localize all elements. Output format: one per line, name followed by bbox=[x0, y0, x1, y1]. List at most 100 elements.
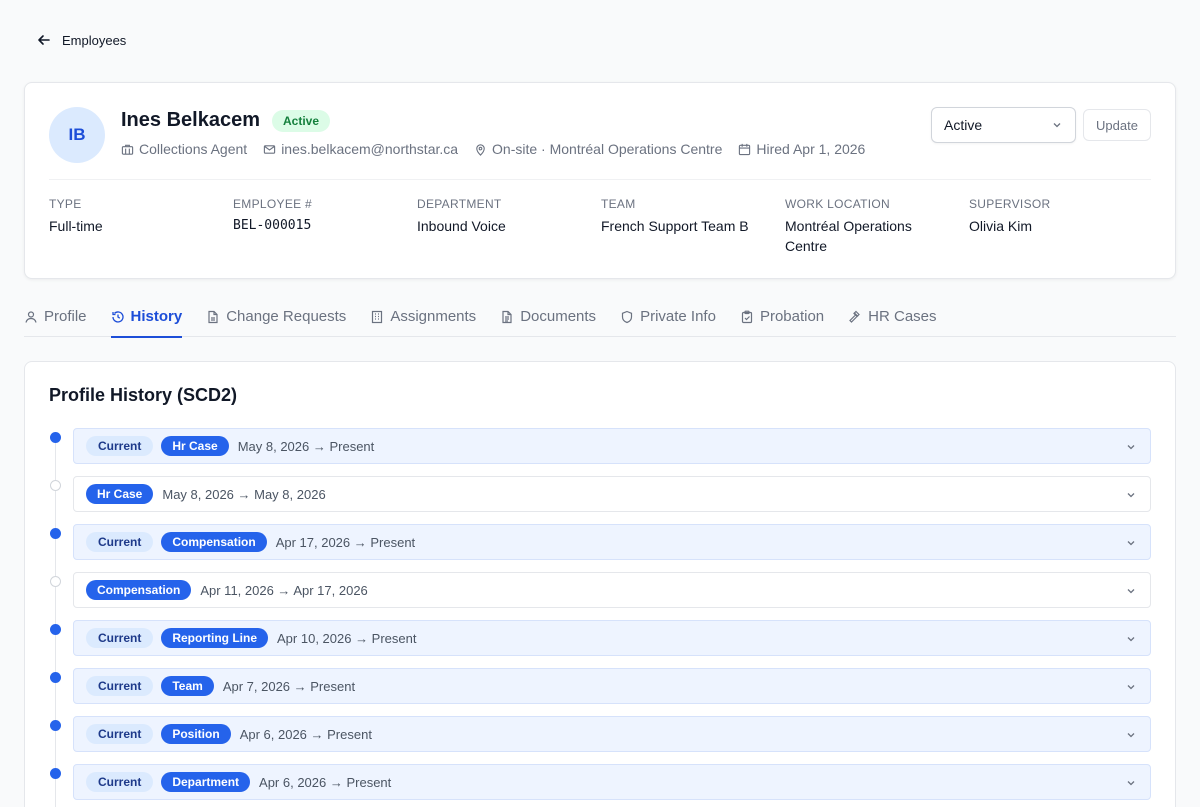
tab-label: HR Cases bbox=[868, 308, 937, 325]
change-type-badge: Reporting Line bbox=[161, 628, 269, 648]
tab-history[interactable]: History bbox=[110, 296, 183, 338]
chevron-down-icon bbox=[1053, 123, 1061, 128]
history-entry: Current Compensation Apr 17, 2026 → Presen… bbox=[25, 524, 1175, 560]
validity-range: Apr 11, 2026 → Apr 17, 2026 bbox=[200, 582, 368, 598]
validity-range: May 8, 2026 → May 8, 2026 bbox=[162, 486, 326, 502]
header-divider bbox=[49, 179, 1151, 180]
timeline-dot-current bbox=[50, 768, 61, 779]
field-value: Inbound Voice bbox=[417, 218, 506, 234]
change-type-badge: Hr Case bbox=[161, 436, 229, 456]
timeline-dot-current bbox=[50, 720, 61, 731]
current-badge: Current bbox=[86, 436, 154, 456]
job-title-text: Collections Agent bbox=[139, 141, 248, 157]
job-title: Collections Agent bbox=[121, 141, 247, 157]
employee-name: Ines Belkacem bbox=[121, 109, 260, 131]
change-type-badge: Hr Case bbox=[86, 484, 154, 504]
history-row[interactable]: Current Hr Case May 8, 2026 → Present bbox=[73, 428, 1151, 464]
chevron-down-icon[interactable] bbox=[1125, 729, 1137, 741]
current-badge: Current bbox=[86, 676, 154, 696]
avatar: IB bbox=[49, 107, 105, 163]
field-value: Olivia Kim bbox=[969, 218, 1033, 234]
tab-label: History bbox=[130, 308, 183, 325]
back-to-employees-link[interactable]: Employees bbox=[36, 32, 126, 48]
field-employee-number: Employee # BEL-000015 bbox=[233, 197, 417, 256]
history-row[interactable]: Current Reporting Line Apr 10, 2026 → Pres… bbox=[73, 620, 1151, 656]
back-link-label: Employees bbox=[62, 32, 127, 48]
tab-hr-cases[interactable]: HR Cases bbox=[848, 296, 937, 337]
chevron-down-icon[interactable] bbox=[1125, 537, 1137, 549]
field-value: French Support Team B bbox=[601, 218, 749, 234]
tab-label: Change Requests bbox=[226, 308, 347, 325]
chevron-down-icon[interactable] bbox=[1125, 585, 1137, 597]
file-icon bbox=[208, 310, 218, 323]
chevron-down-icon[interactable] bbox=[1125, 777, 1137, 789]
chevron-down-icon[interactable] bbox=[1125, 441, 1137, 453]
chevron-down-icon[interactable] bbox=[1125, 633, 1137, 645]
timeline-dot-current bbox=[50, 624, 61, 635]
profile-history-card: Profile History (SCD2) Current Hr Case May… bbox=[24, 361, 1176, 807]
history-entry: Hr Case May 8, 2026 → May 8, 2026 bbox=[25, 476, 1175, 512]
tab-profile[interactable]: Profile bbox=[24, 296, 87, 337]
field-type: Type Full-time bbox=[49, 197, 233, 256]
change-type-badge: Department bbox=[161, 772, 251, 792]
history-entry: Current Reporting Line Apr 10, 2026 → Pres… bbox=[25, 620, 1175, 656]
history-entry: Current Position Apr 6, 2026 → Present bbox=[25, 716, 1175, 752]
arrow-left-icon bbox=[38, 35, 50, 45]
field-value: Montréal Operations Centre bbox=[785, 218, 912, 254]
timeline-dot-past bbox=[50, 480, 61, 491]
shield-icon bbox=[621, 310, 633, 323]
validity-range: Apr 10, 2026 → Present bbox=[277, 630, 417, 646]
gavel-icon bbox=[849, 310, 861, 323]
history-row[interactable]: Current Position Apr 6, 2026 → Present bbox=[73, 716, 1151, 752]
name-row: Ines Belkacem Active bbox=[121, 109, 331, 132]
field-label: Type bbox=[49, 197, 82, 211]
timeline-dot-past bbox=[50, 576, 61, 587]
current-badge: Current bbox=[86, 724, 154, 744]
tab-label: Private Info bbox=[640, 308, 716, 325]
tab-label: Documents bbox=[520, 308, 597, 325]
tab-documents[interactable]: Documents bbox=[500, 296, 596, 337]
field-value: Full-time bbox=[49, 218, 103, 234]
timeline-dot-current bbox=[50, 528, 61, 539]
history-row[interactable]: Current Compensation Apr 17, 2026 → Presen… bbox=[73, 524, 1151, 560]
current-badge: Current bbox=[86, 532, 154, 552]
tab-change-requests[interactable]: Change Requests bbox=[206, 296, 346, 337]
tab-assignments[interactable]: Assignments bbox=[370, 296, 476, 337]
building-icon bbox=[372, 310, 383, 323]
update-button[interactable]: Update bbox=[1083, 109, 1151, 141]
employee-meta: Collections Agent ines.belkacem@northsta… bbox=[121, 141, 865, 157]
history-entry: Compensation Apr 11, 2026 → Apr 17, 2026 bbox=[25, 572, 1175, 608]
employee-header-card: IB Ines Belkacem Active Collections Agen… bbox=[24, 82, 1176, 279]
map-pin-icon bbox=[476, 143, 485, 156]
history-row[interactable]: Compensation Apr 11, 2026 → Apr 17, 2026 bbox=[73, 572, 1151, 608]
field-value: BEL-000015 bbox=[233, 218, 312, 233]
tab-label: Probation bbox=[759, 308, 825, 325]
tab-label: Profile bbox=[44, 308, 87, 325]
field-work-location: Work Location Montréal Operations Centre bbox=[785, 197, 969, 256]
calendar-icon bbox=[739, 143, 751, 155]
hire-date-text: Hired Apr 1, 2026 bbox=[756, 141, 866, 157]
history-row[interactable]: Current Team Apr 7, 2026 → Present bbox=[73, 668, 1151, 704]
change-type-badge: Compensation bbox=[161, 532, 267, 552]
tab-private-info[interactable]: Private Info bbox=[620, 296, 716, 337]
status-select-value: Active bbox=[944, 117, 983, 133]
work-location: On-site · Montréal Operations Centre bbox=[474, 141, 722, 157]
user-icon bbox=[25, 310, 37, 323]
briefcase-icon bbox=[121, 144, 134, 155]
change-type-badge: Team bbox=[161, 676, 214, 696]
field-label: Supervisor bbox=[969, 197, 1051, 211]
chevron-down-icon[interactable] bbox=[1125, 681, 1137, 693]
status-select[interactable]: Active bbox=[931, 107, 1076, 143]
tab-probation[interactable]: Probation bbox=[740, 296, 824, 337]
field-team: Team French Support Team B bbox=[601, 197, 785, 256]
chevron-down-icon[interactable] bbox=[1125, 489, 1137, 501]
history-row[interactable]: Hr Case May 8, 2026 → May 8, 2026 bbox=[73, 476, 1151, 512]
validity-range: Apr 6, 2026 → Present bbox=[239, 726, 372, 742]
history-icon bbox=[111, 310, 124, 323]
email[interactable]: ines.belkacem@northstar.ca bbox=[263, 141, 458, 157]
hire-date: Hired Apr 1, 2026 bbox=[738, 141, 865, 157]
history-row[interactable]: Current Department Apr 6, 2026 → Present bbox=[73, 764, 1151, 800]
employee-fields: Type Full-time Employee # BEL-000015 Dep… bbox=[49, 197, 1153, 256]
field-label: Team bbox=[601, 197, 636, 211]
history-entry: Current Department Apr 6, 2026 → Present bbox=[25, 764, 1175, 800]
